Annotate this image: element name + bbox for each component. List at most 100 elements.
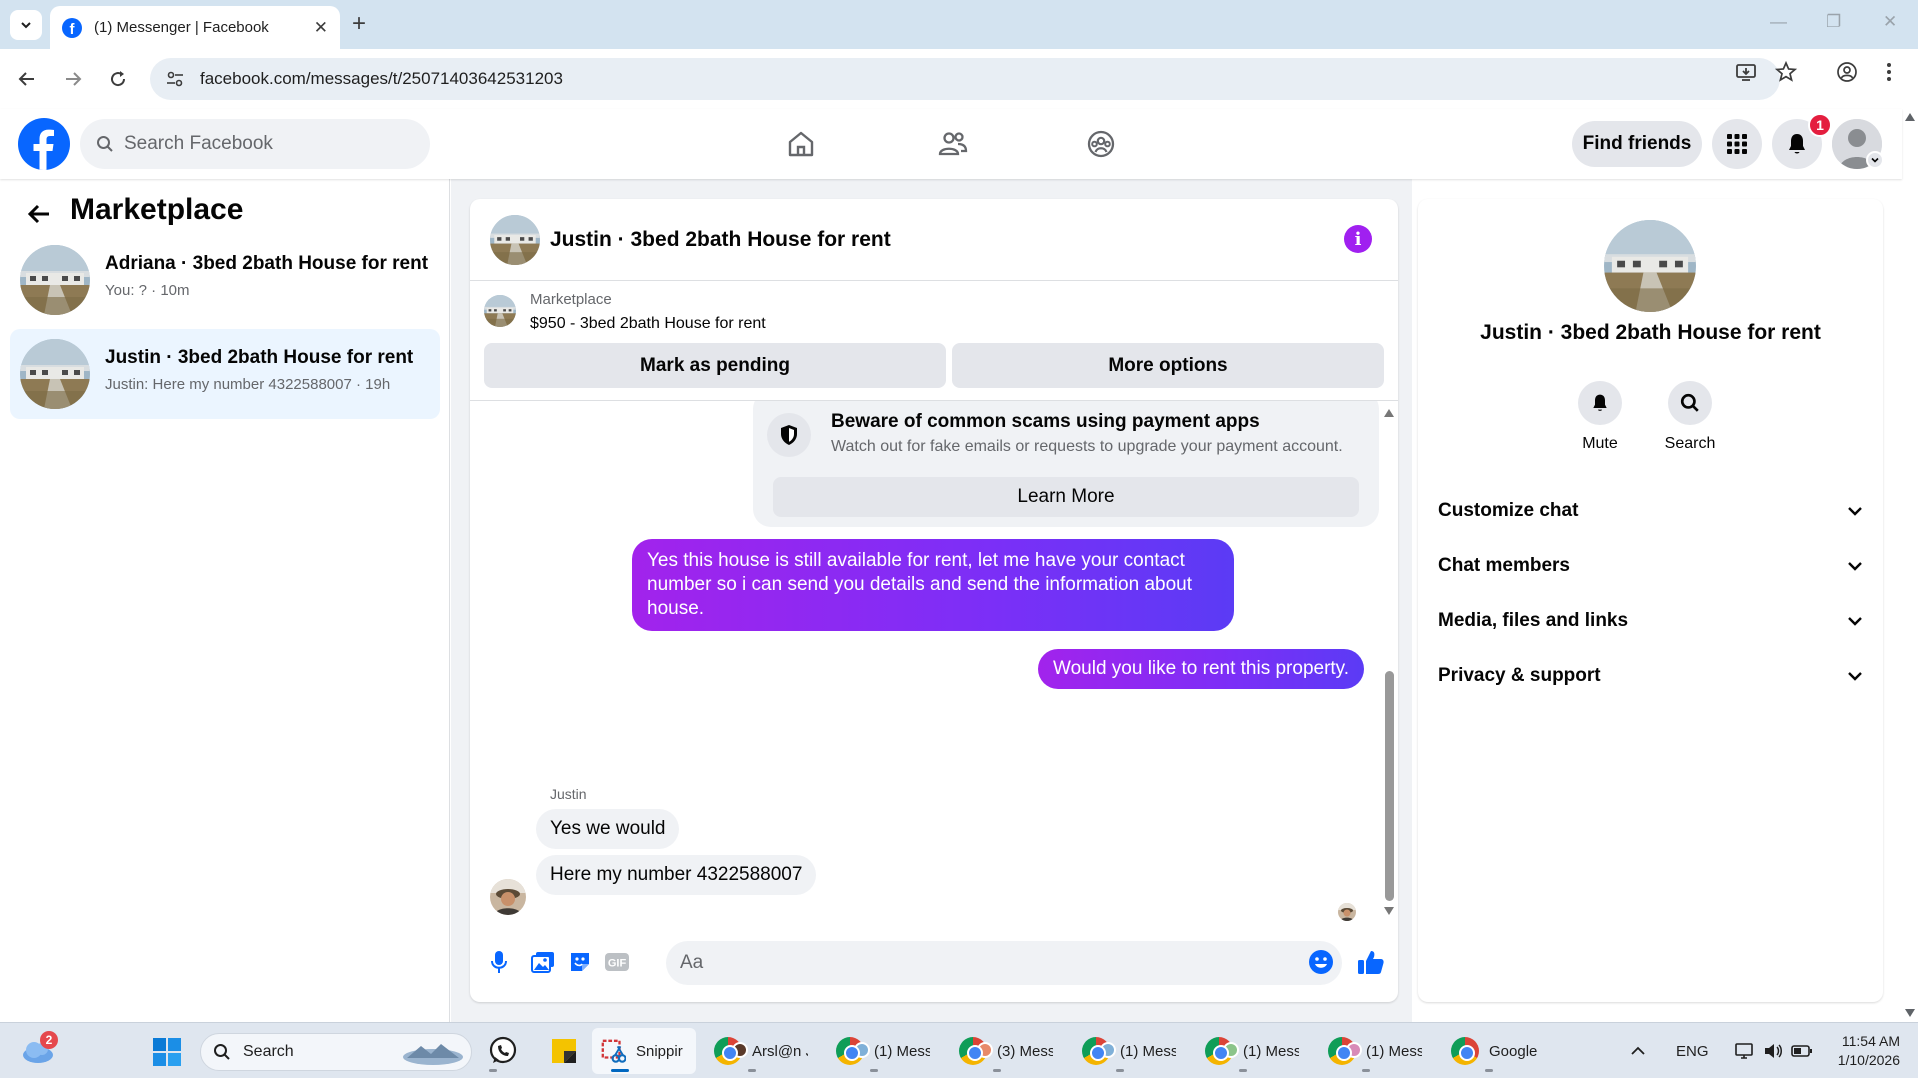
- conversation-avatar: [20, 339, 90, 409]
- scroll-up-arrow-icon[interactable]: [1905, 113, 1915, 121]
- site-info-icon[interactable]: [164, 68, 186, 90]
- listing-title[interactable]: $950 - 3bed 2bath House for rent: [530, 315, 766, 333]
- weather-badge: 2: [40, 1031, 58, 1049]
- message-input[interactable]: Aa: [666, 941, 1342, 985]
- chat-avatar[interactable]: [490, 215, 540, 265]
- scroll-up-arrow-icon[interactable]: [1384, 409, 1394, 417]
- network-icon[interactable]: [1734, 1042, 1755, 1060]
- friends-nav-button[interactable]: [933, 124, 973, 164]
- like-thumbs-up-icon[interactable]: [1356, 947, 1386, 977]
- chat-members-section[interactable]: Chat members: [1438, 546, 1863, 586]
- incoming-message[interactable]: Yes we would: [536, 809, 680, 849]
- taskbar-app-chrome-google[interactable]: Google: [1443, 1028, 1555, 1074]
- search-highlight-icon: [403, 1044, 463, 1065]
- taskbar-app-chrome-arslan[interactable]: Arsl@n J: [706, 1028, 818, 1074]
- find-friends-button[interactable]: Find friends: [1572, 121, 1702, 167]
- taskbar-app-chrome-messenger-1[interactable]: (1) Messe: [828, 1028, 940, 1074]
- volume-icon[interactable]: [1763, 1042, 1783, 1060]
- conversation-item-adriana[interactable]: Adriana · 3bed 2bath House for rent You:…: [10, 235, 440, 325]
- search-action[interactable]: Search: [1650, 381, 1730, 453]
- taskbar-app-whatsapp[interactable]: [480, 1028, 526, 1074]
- bell-icon[interactable]: [1578, 381, 1622, 425]
- restore-icon[interactable]: ❐: [1826, 12, 1841, 32]
- menu-button[interactable]: [1712, 119, 1762, 169]
- privacy-support-section[interactable]: Privacy & support: [1438, 656, 1863, 696]
- sender-name: Justin: [550, 786, 587, 802]
- address-bar[interactable]: facebook.com/messages/t/2507140364253120…: [150, 58, 1780, 100]
- scrollbar-thumb[interactable]: [1385, 671, 1394, 901]
- scroll-down-arrow-icon[interactable]: [1384, 907, 1394, 915]
- mute-action[interactable]: Mute: [1560, 381, 1640, 453]
- chrome-icon: [714, 1037, 748, 1065]
- mark-as-pending-button[interactable]: Mark as pending: [484, 343, 946, 388]
- taskbar-app-chrome-messenger-2[interactable]: (3) Mess: [951, 1028, 1063, 1074]
- profile-icon[interactable]: [1836, 61, 1858, 88]
- listing-bar: Marketplace $950 - 3bed 2bath House for …: [470, 281, 1398, 401]
- bookmark-star-icon[interactable]: [1774, 60, 1798, 88]
- chevron-down-icon: [21, 22, 31, 29]
- photo-attach-icon[interactable]: [528, 947, 558, 977]
- facebook-search-input[interactable]: Search Facebook: [80, 119, 430, 169]
- outgoing-message[interactable]: Yes this house is still available for re…: [632, 539, 1234, 631]
- browser-menu-icon[interactable]: [1886, 61, 1892, 88]
- taskbar-app-chrome-messenger-5[interactable]: (1) Messe: [1320, 1028, 1432, 1074]
- listing-thumbnail[interactable]: [484, 295, 516, 327]
- info-panel-avatar[interactable]: [1604, 220, 1696, 312]
- install-app-icon[interactable]: [1735, 61, 1757, 88]
- section-label: Media, files and links: [1438, 610, 1629, 631]
- profile-overlay-icon: [854, 1042, 870, 1058]
- chevron-up-icon[interactable]: [1630, 1046, 1646, 1056]
- sticker-icon[interactable]: [565, 947, 595, 977]
- reload-button[interactable]: [103, 64, 133, 94]
- new-tab-button[interactable]: +: [352, 11, 366, 37]
- home-nav-button[interactable]: [781, 124, 821, 164]
- taskbar-clock[interactable]: 11:54 AM 1/10/2026: [1818, 1032, 1900, 1070]
- facebook-logo-icon[interactable]: [18, 118, 70, 170]
- shield-icon: [767, 413, 811, 457]
- battery-icon[interactable]: [1790, 1044, 1813, 1058]
- running-indicator: [1362, 1069, 1370, 1072]
- outgoing-message[interactable]: Would you like to rent this property.: [1038, 649, 1365, 689]
- taskbar-app-chrome-messenger-4[interactable]: (1) Messe: [1197, 1028, 1309, 1074]
- windows-start-icon[interactable]: [152, 1037, 182, 1067]
- incoming-message[interactable]: Here my number 4322588007: [536, 855, 817, 895]
- sender-avatar[interactable]: [490, 879, 526, 915]
- conversation-item-justin[interactable]: Justin · 3bed 2bath House for rent Justi…: [10, 329, 440, 419]
- back-button[interactable]: [24, 199, 54, 229]
- tab-search-button[interactable]: [10, 10, 42, 40]
- gif-icon[interactable]: GIF: [602, 947, 632, 977]
- arrow-right-icon: [66, 72, 82, 86]
- home-icon: [788, 131, 814, 157]
- more-options-button[interactable]: More options: [952, 343, 1384, 388]
- close-tab-icon[interactable]: ✕: [314, 18, 328, 38]
- taskbar-app-snipping-tool[interactable]: Snippir: [592, 1028, 696, 1074]
- search-icon[interactable]: [1668, 381, 1712, 425]
- close-window-icon[interactable]: ✕: [1883, 12, 1897, 32]
- customize-chat-section[interactable]: Customize chat: [1438, 491, 1863, 531]
- browser-tab-messenger[interactable]: f (1) Messenger | Facebook ✕: [50, 6, 340, 49]
- running-indicator: [611, 1069, 629, 1072]
- friends-icon: [938, 132, 968, 156]
- taskbar-app-sticky-notes[interactable]: [542, 1028, 586, 1074]
- emoji-icon[interactable]: [1306, 947, 1336, 977]
- microphone-icon[interactable]: [484, 947, 514, 977]
- back-button[interactable]: [12, 64, 42, 94]
- chat-scrollbar[interactable]: [1380, 401, 1398, 921]
- groups-nav-button[interactable]: [1081, 124, 1121, 164]
- info-icon[interactable]: i: [1344, 225, 1372, 253]
- learn-more-button[interactable]: Learn More: [773, 477, 1359, 517]
- scam-warning-card: Beware of common scams using payment app…: [753, 401, 1379, 527]
- scroll-down-arrow-icon[interactable]: [1905, 1009, 1915, 1017]
- chrome-icon: [959, 1037, 993, 1065]
- forward-button[interactable]: [58, 64, 88, 94]
- account-chevron-icon[interactable]: [1866, 151, 1884, 169]
- taskbar-app-chrome-messenger-3[interactable]: (1) Messe: [1074, 1028, 1186, 1074]
- snipping-tool-icon: [601, 1039, 626, 1063]
- minimize-icon[interactable]: —: [1770, 12, 1787, 32]
- media-files-links-section[interactable]: Media, files and links: [1438, 601, 1863, 641]
- chevron-down-icon: [1848, 672, 1862, 681]
- taskbar-search[interactable]: Search: [200, 1033, 472, 1071]
- page-scrollbar[interactable]: [1902, 109, 1918, 1022]
- language-indicator[interactable]: ENG: [1676, 1043, 1709, 1060]
- chat-title[interactable]: Justin · 3bed 2bath House for rent: [550, 228, 891, 252]
